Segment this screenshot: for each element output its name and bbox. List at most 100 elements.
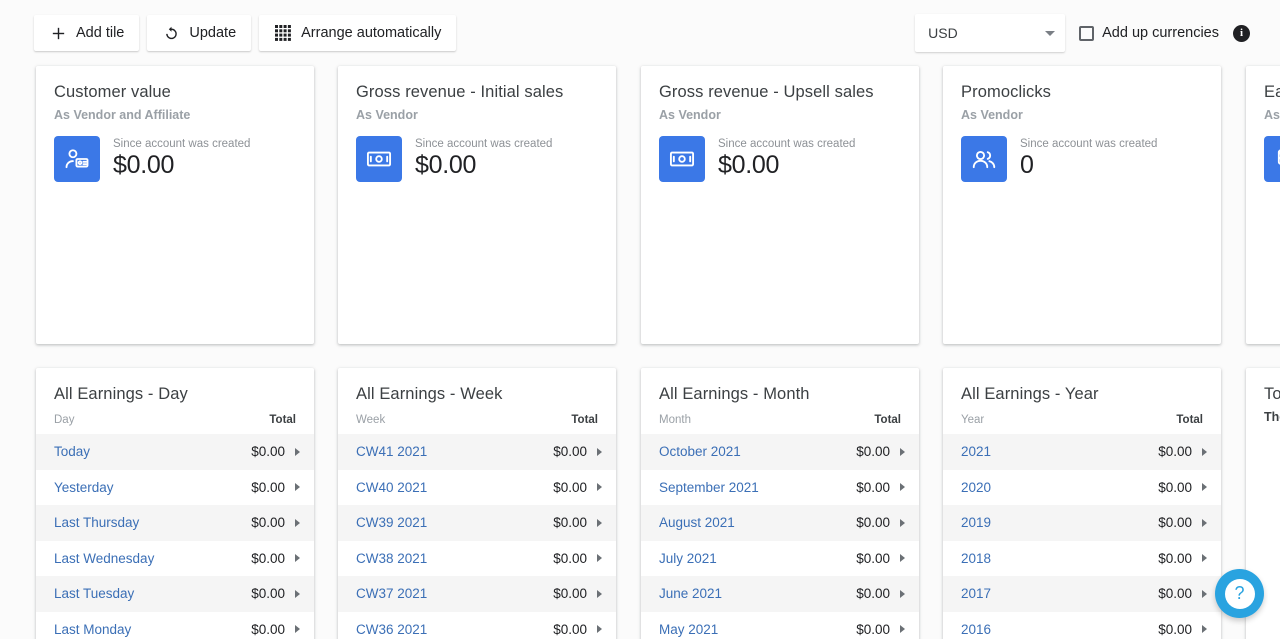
tile-period: Since account was created [718,138,856,150]
chevron-right-icon[interactable] [900,625,905,634]
chevron-right-icon[interactable] [1202,625,1207,634]
tile-all-earnings-day[interactable]: All Earnings - Day Day Total Today $0.00 … [36,368,314,639]
update-button[interactable]: Update [147,15,252,51]
row-label[interactable]: Last Tuesday [54,586,134,601]
checkbox-box[interactable] [1079,25,1095,41]
add-up-currencies-checkbox[interactable]: Add up currencies [1079,25,1219,41]
tile-promoclicks[interactable]: Promoclicks As Vendor Since account was … [943,66,1221,344]
add-tile-button[interactable]: Add tile [34,15,140,51]
chevron-right-icon[interactable] [597,589,602,598]
table-row[interactable]: July 2021 $0.00 [641,541,919,577]
chevron-right-icon[interactable] [1202,518,1207,527]
currency-select[interactable]: USD [915,14,1066,52]
tile-customer-value[interactable]: Customer value As Vendor and Affiliate S… [36,66,314,344]
chevron-right-icon[interactable] [1202,483,1207,492]
chevron-right-icon[interactable] [597,554,602,563]
table-row[interactable]: 2016 $0.00 [943,612,1221,639]
tile-earnings-partial[interactable]: Ea As [1246,66,1280,344]
tile-gross-revenue-initial-sales[interactable]: Gross revenue - Initial sales As Vendor … [338,66,616,344]
row-label[interactable]: September 2021 [659,480,759,495]
row-label[interactable]: CW38 2021 [356,551,427,566]
row-label[interactable]: 2020 [961,480,991,495]
row-label[interactable]: 2019 [961,515,991,530]
row-label[interactable]: 2017 [961,586,991,601]
table-header: Day Total [36,404,314,434]
chevron-right-icon[interactable] [597,447,602,456]
row-value: $0.00 [856,550,890,566]
row-label[interactable]: 2016 [961,622,991,637]
row-label[interactable]: CW39 2021 [356,515,427,530]
banknote-icon [659,136,705,182]
row-value: $0.00 [1158,515,1192,531]
row-label[interactable]: CW41 2021 [356,444,427,459]
tile-body: Since account was created $0.00 [36,122,314,182]
chevron-right-icon[interactable] [295,554,300,563]
table-row[interactable]: CW40 2021 $0.00 [338,470,616,506]
chevron-right-icon[interactable] [295,483,300,492]
tile-subtitle: As Vendor [356,108,418,122]
table-row[interactable]: CW39 2021 $0.00 [338,505,616,541]
table-row[interactable]: 2021 $0.00 [943,434,1221,470]
table-row[interactable]: August 2021 $0.00 [641,505,919,541]
tile-all-earnings-week[interactable]: All Earnings - Week Week Total CW41 2021… [338,368,616,639]
chevron-right-icon[interactable] [295,518,300,527]
table-row[interactable]: Last Wednesday $0.00 [36,541,314,577]
table-row[interactable]: May 2021 $0.00 [641,612,919,639]
row-label[interactable]: Today [54,444,90,459]
table-row[interactable]: September 2021 $0.00 [641,470,919,506]
row-label[interactable]: June 2021 [659,586,722,601]
table-row[interactable]: 2017 $0.00 [943,576,1221,612]
table-row[interactable]: Last Monday $0.00 [36,612,314,639]
table-row[interactable]: Last Tuesday $0.00 [36,576,314,612]
arrange-automatically-button[interactable]: Arrange automatically [259,15,457,51]
table-row[interactable]: CW38 2021 $0.00 [338,541,616,577]
chevron-right-icon[interactable] [900,518,905,527]
row-label[interactable]: Last Wednesday [54,551,154,566]
chevron-right-icon[interactable] [295,625,300,634]
row-label[interactable]: Last Thursday [54,515,139,530]
tile-all-earnings-month[interactable]: All Earnings - Month Month Total October… [641,368,919,639]
row-label[interactable]: 2021 [961,444,991,459]
table-row[interactable]: 2020 $0.00 [943,470,1221,506]
chevron-right-icon[interactable] [900,447,905,456]
row-label[interactable]: CW40 2021 [356,480,427,495]
chevron-right-icon[interactable] [597,518,602,527]
chevron-right-icon[interactable] [900,554,905,563]
row-label[interactable]: October 2021 [659,444,741,459]
person-card-icon [54,136,100,182]
table-row[interactable]: 2018 $0.00 [943,541,1221,577]
table-row[interactable]: Today $0.00 [36,434,314,470]
chevron-right-icon[interactable] [1202,447,1207,456]
table-row[interactable]: CW36 2021 $0.00 [338,612,616,639]
row-value: $0.00 [1158,550,1192,566]
table-row[interactable]: 2019 $0.00 [943,505,1221,541]
table-row[interactable]: June 2021 $0.00 [641,576,919,612]
help-button[interactable]: ? [1215,569,1264,618]
table-row[interactable]: October 2021 $0.00 [641,434,919,470]
table-row[interactable]: CW41 2021 $0.00 [338,434,616,470]
row-label[interactable]: Last Monday [54,622,131,637]
row-label[interactable]: 2018 [961,551,991,566]
row-label[interactable]: CW37 2021 [356,586,427,601]
chevron-right-icon[interactable] [900,589,905,598]
chevron-right-icon[interactable] [1202,589,1207,598]
chevron-right-icon[interactable] [597,483,602,492]
table-row[interactable]: Yesterday $0.00 [36,470,314,506]
row-label[interactable]: CW36 2021 [356,622,427,637]
row-label[interactable]: Yesterday [54,480,114,495]
tile-title: All Earnings - Month [659,385,810,403]
info-icon[interactable]: i [1233,24,1250,42]
chevron-right-icon[interactable] [295,447,300,456]
row-label[interactable]: May 2021 [659,622,718,637]
chevron-right-icon[interactable] [295,589,300,598]
tile-all-earnings-year[interactable]: All Earnings - Year Year Total 2021 $0.00… [943,368,1221,639]
row-label[interactable]: July 2021 [659,551,717,566]
row-value: $0.00 [251,621,285,637]
chevron-right-icon[interactable] [900,483,905,492]
tile-gross-revenue-upsell-sales[interactable]: Gross revenue - Upsell sales As Vendor S… [641,66,919,344]
row-label[interactable]: August 2021 [659,515,735,530]
chevron-right-icon[interactable] [1202,554,1207,563]
table-row[interactable]: Last Thursday $0.00 [36,505,314,541]
chevron-right-icon[interactable] [597,625,602,634]
table-row[interactable]: CW37 2021 $0.00 [338,576,616,612]
